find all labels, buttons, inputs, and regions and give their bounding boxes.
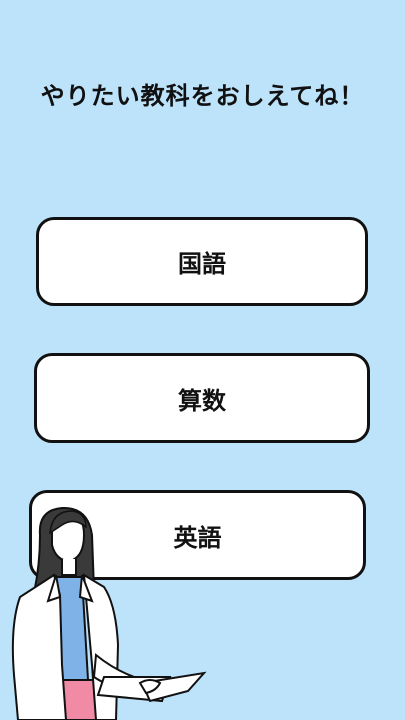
- teacher-holding-papers-illustration: [11, 506, 207, 720]
- page-title: やりたい教科をおしえてね！: [40, 82, 365, 110]
- subject-button-math[interactable]: 算数: [34, 353, 370, 443]
- subject-button-japanese[interactable]: 国語: [36, 217, 368, 306]
- subject-select-screen: やりたい教科をおしえてね！ 国語 算数 英語: [0, 0, 405, 720]
